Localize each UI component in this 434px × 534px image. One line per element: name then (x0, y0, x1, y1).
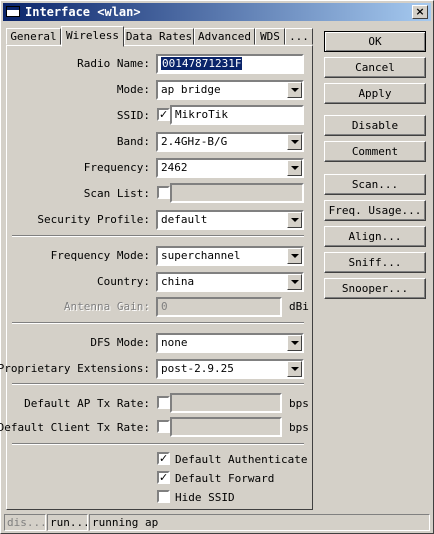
chevron-down-icon[interactable] (287, 274, 302, 290)
status-message: running ap (89, 514, 430, 531)
apply-button[interactable]: Apply (324, 83, 426, 104)
security-profile-label: Security Profile: (37, 213, 150, 226)
hide-ssid-label[interactable]: Hide SSID (175, 491, 235, 504)
ssid-value: MikroTik (175, 108, 228, 121)
antenna-gain-input[interactable]: 0 (156, 297, 282, 317)
hide-ssid-checkbox[interactable] (157, 490, 170, 503)
chevron-down-icon[interactable] (287, 248, 302, 264)
sniff-button[interactable]: Sniff... (324, 252, 426, 273)
band-select[interactable]: 2.4GHz-B/G (156, 132, 304, 152)
scan-list-checkbox[interactable] (157, 186, 170, 199)
frequency-mode-label: Frequency Mode: (50, 249, 150, 262)
default-authenticate-checkbox[interactable]: ✓ (157, 452, 170, 465)
proprietary-extensions-select[interactable]: post-2.9.25 (156, 359, 304, 379)
security-profile-select[interactable]: default (156, 210, 304, 230)
align-button[interactable]: Align... (324, 226, 426, 247)
tab-wireless[interactable]: Wireless (61, 26, 124, 47)
country-value: china (161, 275, 195, 288)
mode-label: Mode: (116, 83, 150, 96)
chevron-down-icon[interactable] (287, 361, 302, 377)
ssid-input[interactable]: MikroTik (170, 105, 304, 125)
chevron-down-icon[interactable] (287, 82, 302, 98)
tab-wds[interactable]: WDS (255, 28, 285, 45)
security-profile-value: default (161, 213, 208, 226)
chevron-down-icon[interactable] (287, 134, 302, 150)
proprietary-extensions-label: Proprietary Extensions: (0, 362, 150, 375)
default-ap-tx-rate-label: Default AP Tx Rate: (24, 397, 150, 410)
chevron-down-icon[interactable] (287, 160, 302, 176)
mode-value: ap bridge (161, 83, 221, 96)
window-title: Interface <wlan> (25, 5, 141, 19)
tab-advanced[interactable]: Advanced (194, 28, 255, 45)
status-running: run... (47, 514, 88, 531)
antenna-gain-unit: dBi (289, 300, 309, 313)
frequency-select[interactable]: 2462 (156, 158, 304, 178)
dfs-mode-value: none (161, 336, 188, 349)
default-ap-tx-rate-input[interactable] (170, 393, 282, 413)
close-button[interactable]: × (412, 5, 428, 19)
dfs-mode-label: DFS Mode: (90, 336, 150, 349)
snooper-button[interactable]: Snooper... (324, 278, 426, 299)
scan-button[interactable]: Scan... (324, 174, 426, 195)
country-label: Country: (97, 275, 150, 288)
separator (12, 443, 304, 445)
radio-name-value: 00147871231F (161, 57, 243, 70)
disable-button[interactable]: Disable (324, 115, 426, 136)
separator (12, 322, 304, 324)
chevron-down-icon[interactable] (287, 335, 302, 351)
cancel-button[interactable]: Cancel (324, 57, 426, 78)
separator (12, 235, 304, 237)
separator (12, 383, 304, 385)
default-client-tx-rate-checkbox[interactable] (157, 420, 170, 433)
default-ap-tx-rate-checkbox[interactable] (157, 396, 170, 409)
frequency-value: 2462 (161, 161, 188, 174)
antenna-gain-label: Antenna Gain: (63, 300, 150, 313)
proprietary-extensions-value: post-2.9.25 (161, 362, 234, 375)
radio-name-input[interactable]: 00147871231F (156, 54, 304, 74)
country-select[interactable]: china (156, 272, 304, 292)
frequency-label: Frequency: (83, 161, 150, 174)
frequency-mode-select[interactable]: superchannel (156, 246, 304, 266)
title-bar[interactable]: Interface <wlan> × (3, 3, 431, 21)
band-value: 2.4GHz-B/G (161, 135, 228, 148)
tab-more[interactable]: ... (285, 28, 313, 45)
ssid-checkbox[interactable]: ✓ (157, 108, 170, 121)
freq-usage-button[interactable]: Freq. Usage... (324, 200, 426, 221)
ok-button[interactable]: OK (324, 31, 426, 52)
default-ap-tx-rate-unit: bps (289, 397, 309, 410)
window-icon (6, 6, 20, 17)
frequency-mode-value: superchannel (161, 249, 241, 262)
ssid-label: SSID: (116, 109, 150, 122)
chevron-down-icon[interactable] (287, 212, 302, 228)
radio-name-label: Radio Name: (77, 57, 150, 70)
scan-list-input[interactable] (170, 183, 304, 203)
mode-select[interactable]: ap bridge (156, 80, 304, 100)
default-client-tx-rate-unit: bps (289, 421, 309, 434)
default-client-tx-rate-label: Default Client Tx Rate: (0, 421, 150, 434)
tab-general[interactable]: General (6, 28, 61, 45)
band-label: Band: (116, 135, 150, 148)
tab-data-rates[interactable]: Data Rates (124, 28, 194, 45)
comment-button[interactable]: Comment (324, 141, 426, 162)
status-enabled: dis... (4, 514, 46, 531)
default-forward-label[interactable]: Default Forward (175, 472, 274, 485)
default-authenticate-label[interactable]: Default Authenticate (175, 453, 307, 466)
scan-list-label: Scan List: (83, 187, 150, 200)
interface-window: Interface <wlan> × General Wireless Data… (0, 0, 434, 534)
dfs-mode-select[interactable]: none (156, 333, 304, 353)
default-forward-checkbox[interactable]: ✓ (157, 471, 170, 484)
default-client-tx-rate-input[interactable] (170, 417, 282, 437)
